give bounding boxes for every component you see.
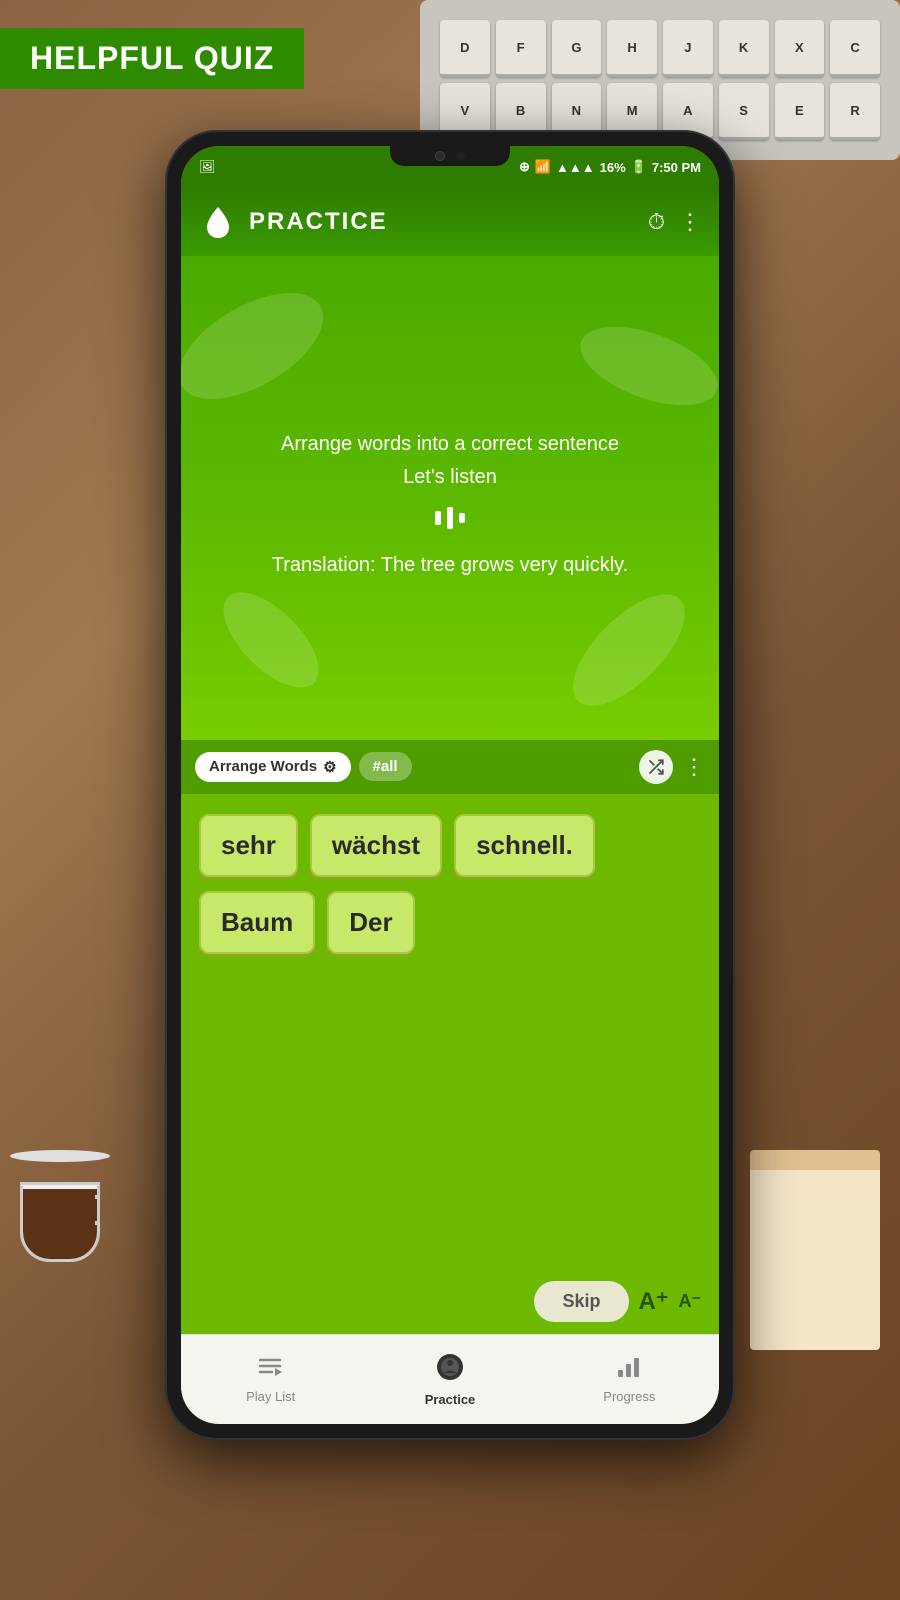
banner-text: HELPFUL QUIZ [30,40,274,76]
key: K [719,20,769,77]
key: R [830,83,880,140]
signal-bars: ▲▲▲ [556,160,595,175]
clock: 7:50 PM [652,160,701,175]
notch-camera [457,152,465,160]
key: H [607,20,657,77]
key: C [830,20,880,77]
app-title: PRACTICE [249,208,388,236]
word-row-1: sehr wächst schnell. [199,814,701,877]
notepad-decoration [750,1150,880,1350]
nav-label-progress: Progress [603,1389,655,1404]
nav-item-progress[interactable]: Progress [540,1356,719,1404]
settings-gear-icon: ⚙ [323,758,336,776]
playlist-icon [258,1356,284,1385]
audio-bars-icon[interactable] [205,503,695,540]
app-logo-icon [199,203,237,241]
bottom-nav: Play List Practice [181,1334,719,1424]
coffee-cup-decoration [10,1150,110,1260]
practice-icon [436,1353,464,1388]
key: G [552,20,602,77]
phone-screen: 🖼 ⊕ 📶 ▲▲▲ 16% 🔋 7:50 PM PRACTICE ⏱ ⋮ [181,146,719,1424]
nav-label-practice: Practice [425,1392,476,1407]
mode-bar-right: ⋮ [639,750,705,784]
battery-icon: 🔋 [631,159,647,175]
status-right: ⊕ 📶 ▲▲▲ 16% 🔋 7:50 PM [519,159,701,175]
word-row-2: Baum Der [199,891,701,954]
translation-text: Translation: The tree grows very quickly… [205,554,695,577]
word-tile-schnell[interactable]: schnell. [454,814,595,877]
mode-bar: Arrange Words ⚙ #all ⋮ [181,740,719,794]
battery-level: 16% [600,160,626,175]
timer-icon[interactable]: ⏱ [648,209,665,235]
image-icon: 🖼 [199,159,216,175]
header-right: ⏱ ⋮ [648,209,701,235]
phone-notch [390,146,510,166]
bottom-controls: Skip A⁺ A⁻ [181,1271,719,1334]
status-left: 🖼 [199,159,216,175]
key: S [719,83,769,140]
header-left: PRACTICE [199,203,388,241]
phone-frame: 🖼 ⊕ 📶 ▲▲▲ 16% 🔋 7:50 PM PRACTICE ⏱ ⋮ [165,130,735,1440]
word-tile-sehr[interactable]: sehr [199,814,298,877]
key: E [775,83,825,140]
mode-chip-tag[interactable]: #all [359,752,412,781]
nav-label-playlist: Play List [246,1389,295,1404]
word-tile-baum[interactable]: Baum [199,891,315,954]
app-header: PRACTICE ⏱ ⋮ [181,188,719,256]
wifi-icon: 📶 [535,159,551,175]
word-tile-waechst[interactable]: wächst [310,814,442,877]
font-increase-button[interactable]: A⁺ [639,1287,669,1316]
key: J [663,20,713,77]
font-decrease-button[interactable]: A⁻ [679,1291,702,1312]
quiz-instruction: Arrange words into a correct sentence [205,433,695,456]
mode-chip-arrange-words[interactable]: Arrange Words ⚙ [195,752,351,782]
word-tiles-area: sehr wächst schnell. Baum Der [181,794,719,1272]
key: X [775,20,825,77]
mode-more-icon[interactable]: ⋮ [683,754,705,780]
network-icon: ⊕ [519,159,530,175]
nav-item-playlist[interactable]: Play List [181,1356,360,1404]
progress-icon [616,1356,642,1385]
skip-button[interactable]: Skip [534,1281,628,1322]
arrange-words-label: Arrange Words [209,758,317,775]
helpful-quiz-banner: HELPFUL QUIZ [0,28,304,89]
notch-sensor [435,151,445,161]
word-tile-der[interactable]: Der [327,891,414,954]
nav-item-practice[interactable]: Practice [360,1353,539,1407]
shuffle-icon-button[interactable] [639,750,673,784]
more-options-icon[interactable]: ⋮ [679,209,701,235]
key: F [496,20,546,77]
key: D [440,20,490,77]
quiz-listen-label: Let's listen [205,466,695,489]
tag-label: #all [373,758,398,775]
main-content: Arrange words into a correct sentence Le… [181,256,719,740]
